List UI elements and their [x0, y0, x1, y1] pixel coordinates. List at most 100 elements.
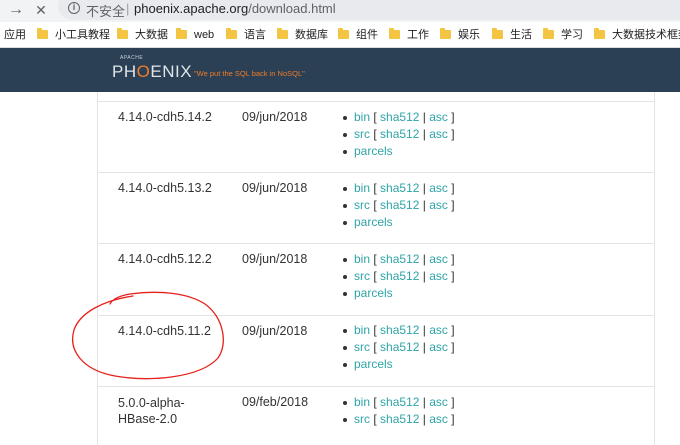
bullet-icon — [343, 418, 347, 422]
src-link[interactable]: src — [354, 340, 370, 354]
src-link[interactable]: src — [354, 127, 370, 141]
bin-link[interactable]: bin — [354, 110, 370, 124]
pipe: | — [422, 110, 426, 124]
parcels-link[interactable]: parcels — [354, 144, 393, 158]
parcels-link[interactable]: parcels — [354, 286, 393, 300]
bracket: ] — [451, 269, 455, 283]
folder-icon — [226, 28, 237, 39]
release-date: 09/jun/2018 — [242, 181, 308, 195]
folder-icon — [37, 28, 48, 39]
phoenix-logo[interactable]: PHOENIX — [112, 62, 192, 82]
bin-link[interactable]: bin — [354, 252, 370, 266]
bin-link[interactable]: bin — [354, 323, 370, 337]
sha512-link[interactable]: sha512 — [380, 340, 419, 354]
bullet-icon — [343, 292, 347, 296]
bracket: [ — [373, 127, 377, 141]
asc-link[interactable]: asc — [429, 340, 448, 354]
bookmark-label: 小工具教程 — [55, 29, 110, 41]
logo-part: PH — [112, 62, 137, 81]
folder-icon — [389, 28, 400, 39]
bullet-icon — [343, 133, 347, 137]
bullet-icon — [343, 116, 347, 120]
src-link[interactable]: src — [354, 412, 370, 426]
stop-loading-icon[interactable]: ✕ — [31, 0, 51, 20]
bracket: ] — [451, 340, 455, 354]
asc-link[interactable]: asc — [429, 110, 448, 124]
bookmark-folder[interactable]: 大数据技术框架 — [594, 27, 680, 43]
folder-icon — [543, 28, 554, 39]
pipe: | — [422, 127, 426, 141]
asc-link[interactable]: asc — [429, 395, 448, 409]
bookmark-label: 大数据 — [135, 29, 168, 41]
release-date: 09/jun/2018 — [242, 252, 308, 266]
bookmark-folder[interactable]: 语言 — [226, 27, 266, 43]
asc-link[interactable]: asc — [429, 127, 448, 141]
sha512-link[interactable]: sha512 — [380, 252, 419, 266]
url-text[interactable]: phoenix.apache.org/download.html — [134, 1, 336, 16]
asc-link[interactable]: asc — [429, 181, 448, 195]
release-version: 4.14.0-cdh5.12.2 — [118, 252, 212, 266]
bookmark-label: 工作 — [407, 29, 429, 41]
sha512-link[interactable]: sha512 — [380, 323, 419, 337]
bin-link[interactable]: bin — [354, 395, 370, 409]
sha512-link[interactable]: sha512 — [380, 412, 419, 426]
sha512-link[interactable]: sha512 — [380, 127, 419, 141]
bracket: [ — [373, 198, 377, 212]
bullet-icon — [343, 329, 347, 333]
bookmark-folder[interactable]: web — [176, 27, 214, 43]
asc-link[interactable]: asc — [429, 323, 448, 337]
asc-link[interactable]: asc — [429, 252, 448, 266]
release-date: 09/feb/2018 — [242, 395, 309, 409]
bin-link[interactable]: bin — [354, 181, 370, 195]
bracket: ] — [451, 412, 455, 426]
bookmark-label: 生活 — [510, 29, 532, 41]
bookmark-folder[interactable]: 小工具教程 — [37, 27, 110, 43]
sha512-link[interactable]: sha512 — [380, 395, 419, 409]
bookmark-apps[interactable]: 应用 — [4, 27, 26, 43]
sha512-link[interactable]: sha512 — [380, 110, 419, 124]
sha512-link[interactable]: sha512 — [380, 198, 419, 212]
bookmark-label: 学习 — [561, 29, 583, 41]
info-icon[interactable]: i — [68, 2, 80, 14]
security-label[interactable]: 不安全 — [86, 1, 125, 20]
bracket: ] — [451, 181, 455, 195]
bookmark-folder[interactable]: 娱乐 — [440, 27, 480, 43]
bracket: ] — [451, 110, 455, 124]
bookmark-folder[interactable]: 生活 — [492, 27, 532, 43]
folder-icon — [492, 28, 503, 39]
bookmark-folder[interactable]: 数据库 — [277, 27, 328, 43]
address-bar-area: → ✕ i 不安全 | phoenix.apache.org/download.… — [0, 0, 680, 22]
bullet-icon — [343, 258, 347, 262]
sha512-link[interactable]: sha512 — [380, 181, 419, 195]
bracket: [ — [373, 323, 377, 337]
bookmark-folder[interactable]: 工作 — [389, 27, 429, 43]
bracket: [ — [373, 110, 377, 124]
src-link[interactable]: src — [354, 198, 370, 212]
bookmark-folder[interactable]: 大数据 — [117, 27, 168, 43]
src-link[interactable]: src — [354, 269, 370, 283]
asc-link[interactable]: asc — [429, 198, 448, 212]
release-version: 4.14.0-cdh5.14.2 — [118, 110, 212, 124]
row-divider — [97, 101, 654, 102]
url-path: /download.html — [248, 1, 336, 16]
bookmark-folder[interactable]: 组件 — [338, 27, 378, 43]
sha512-link[interactable]: sha512 — [380, 269, 419, 283]
url-domain: phoenix.apache.org — [134, 1, 249, 16]
row-divider — [97, 386, 654, 387]
bullet-icon — [343, 150, 347, 154]
asc-link[interactable]: asc — [429, 269, 448, 283]
release-version: 4.14.0-cdh5.13.2 — [118, 181, 212, 195]
logo-part: ENIX — [150, 62, 193, 81]
bookmark-folder[interactable]: 学习 — [543, 27, 583, 43]
bracket: [ — [373, 412, 377, 426]
pipe: | — [422, 269, 426, 283]
bookmark-label: 应用 — [4, 29, 26, 41]
bullet-icon — [343, 221, 347, 225]
asc-link[interactable]: asc — [429, 412, 448, 426]
parcels-link[interactable]: parcels — [354, 357, 393, 371]
bookmark-label: 大数据技术框架 — [612, 29, 680, 41]
release-version: 5.0.0-alpha-HBase-2.0 — [118, 396, 185, 426]
parcels-link[interactable]: parcels — [354, 215, 393, 229]
forward-icon[interactable]: → — [6, 0, 26, 20]
bullet-icon — [343, 363, 347, 367]
